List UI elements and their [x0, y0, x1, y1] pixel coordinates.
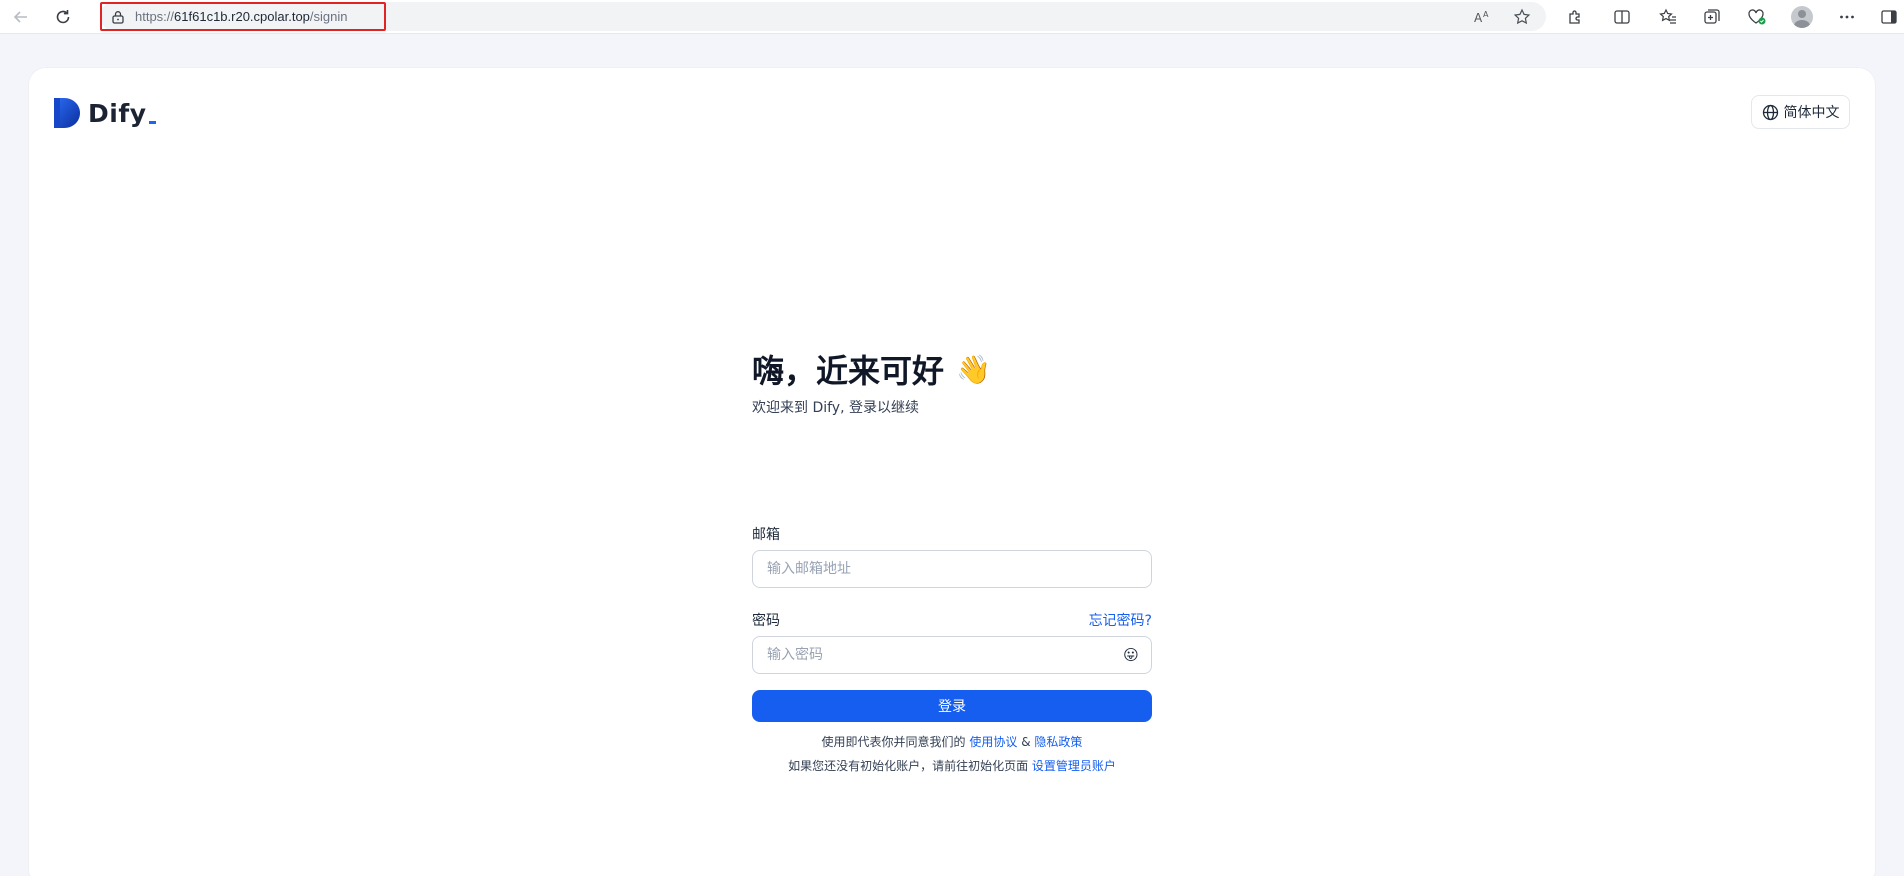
- split-screen-icon: [1614, 10, 1630, 24]
- admin-setup-prefix: 如果您还没有初始化账户，请前往初始化页面: [788, 759, 1029, 773]
- back-button[interactable]: [8, 4, 34, 30]
- favorite-star-button[interactable]: [1512, 7, 1532, 27]
- login-button[interactable]: 登录: [752, 690, 1152, 722]
- more-menu-button[interactable]: [1836, 6, 1858, 28]
- admin-setup-notice: 如果您还没有初始化账户，请前往初始化页面 设置管理员账户: [752, 757, 1152, 774]
- dify-logo-mark: [54, 98, 80, 128]
- url-scheme: https://: [135, 9, 175, 24]
- privacy-policy-link[interactable]: 隐私政策: [1034, 735, 1082, 749]
- favorites-button[interactable]: [1657, 6, 1679, 28]
- email-field[interactable]: [752, 550, 1152, 588]
- favorites-icon: [1659, 8, 1676, 24]
- lock-icon: [112, 10, 124, 24]
- logo-text: Dify: [88, 98, 147, 128]
- show-password-toggle[interactable]: 😛: [1121, 645, 1141, 665]
- svg-text:A: A: [1483, 10, 1489, 19]
- language-selector[interactable]: 简体中文: [1751, 95, 1850, 129]
- forgot-password-link[interactable]: 忘记密码?: [1089, 610, 1152, 630]
- waving-hand-icon: 👋: [956, 352, 991, 386]
- page-subtitle: 欢迎来到 Dify, 登录以继续: [752, 400, 919, 416]
- ellipsis-icon: [1840, 15, 1854, 19]
- split-screen-button[interactable]: [1611, 6, 1633, 28]
- star-icon: [1513, 8, 1531, 25]
- logo-cursor: [148, 120, 156, 124]
- sidebar-icon: [1881, 10, 1897, 24]
- url-highlight-box[interactable]: https://61f61c1b.r20.cpolar.top/signin: [100, 2, 386, 31]
- email-label: 邮箱: [752, 527, 780, 543]
- url-host: 61f61c1b.r20.cpolar.top: [174, 9, 310, 24]
- url-text: https://61f61c1b.r20.cpolar.top/signin: [135, 9, 348, 24]
- address-bar[interactable]: https://61f61c1b.r20.cpolar.top/signin A…: [100, 2, 1546, 31]
- welcome-heading: 嗨，近来可好 👋: [752, 347, 1152, 391]
- svg-text:A: A: [1474, 11, 1483, 25]
- terms-prefix: 使用即代表你并同意我们的: [821, 735, 966, 749]
- arrow-left-icon: [13, 11, 27, 23]
- collections-button[interactable]: [1701, 6, 1723, 28]
- browser-toolbar: https://61f61c1b.r20.cpolar.top/signin A…: [0, 0, 1904, 34]
- heart-pulse-icon: [1748, 9, 1766, 25]
- terms-notice: 使用即代表你并同意我们的 使用协议 & 隐私政策: [752, 733, 1152, 750]
- profile-button[interactable]: [1791, 6, 1813, 28]
- dify-logo[interactable]: Dify: [54, 98, 156, 128]
- read-aloud-icon: AA: [1474, 10, 1489, 25]
- reload-button[interactable]: [50, 4, 76, 30]
- reload-icon: [56, 10, 70, 24]
- terms-of-use-link[interactable]: 使用协议: [969, 735, 1017, 749]
- password-field[interactable]: [752, 636, 1152, 674]
- signin-page: Dify 简体中文 嗨，近来可好 👋 欢迎来到 Dify, 登录以继续 邮箱 密…: [28, 67, 1876, 876]
- browser-essentials-button[interactable]: [1746, 6, 1768, 28]
- avatar: [1791, 6, 1813, 28]
- password-label: 密码: [752, 613, 780, 629]
- sidebar-toggle-button[interactable]: [1878, 6, 1900, 28]
- read-aloud-button[interactable]: AA: [1472, 7, 1492, 27]
- url-path: /signin: [309, 9, 348, 24]
- globe-icon: [1762, 104, 1778, 120]
- language-label: 简体中文: [1783, 105, 1840, 121]
- extensions-button[interactable]: [1564, 6, 1586, 28]
- login-form: 嗨，近来可好 👋 欢迎来到 Dify, 登录以继续 邮箱 密码 忘记密码? 😛 …: [752, 347, 1152, 773]
- setup-admin-account-link[interactable]: 设置管理员账户: [1032, 759, 1116, 773]
- password-label-row: 密码 忘记密码?: [752, 610, 1152, 630]
- collections-icon: [1704, 9, 1720, 24]
- terms-ampersand: &: [1021, 735, 1031, 749]
- puzzle-icon: [1569, 10, 1580, 24]
- page-title: 嗨，近来可好: [752, 352, 945, 390]
